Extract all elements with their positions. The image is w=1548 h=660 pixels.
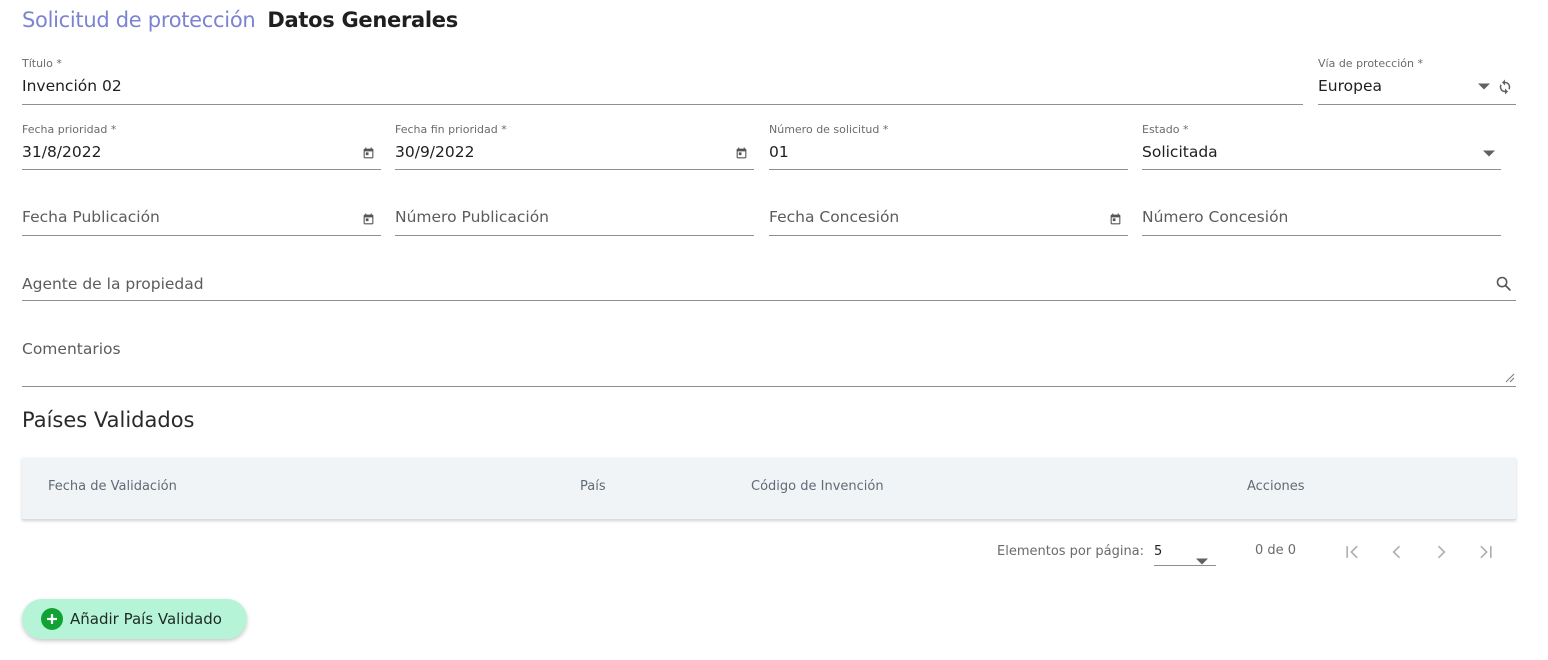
column-header-fecha[interactable]: Fecha de Validación <box>48 479 177 494</box>
last-page-icon <box>1480 545 1492 559</box>
calendar-icon[interactable] <box>362 213 375 226</box>
fecha-fin-prioridad-label: Fecha fin prioridad * <box>395 123 507 136</box>
first-page-button[interactable] <box>1341 540 1365 564</box>
chevron-down-icon[interactable] <box>1478 83 1490 90</box>
numero-publicacion-placeholder: Número Publicación <box>395 208 550 226</box>
fecha-prioridad-field[interactable]: Fecha prioridad * 31/8/2022 <box>22 122 381 170</box>
items-per-page-label: Elementos por página: <box>997 544 1145 559</box>
fecha-concesion-placeholder: Fecha Concesión <box>769 208 900 226</box>
column-header-pais[interactable]: País <box>580 479 606 494</box>
estado-label: Estado * <box>1142 123 1189 136</box>
chevron-left-icon <box>1392 545 1401 559</box>
calendar-icon[interactable] <box>362 147 375 160</box>
fecha-prioridad-label: Fecha prioridad * <box>22 123 117 136</box>
titulo-label: Título * <box>22 57 62 70</box>
refresh-icon[interactable] <box>1496 78 1514 96</box>
fecha-publicacion-field[interactable]: Fecha Publicación <box>22 188 381 236</box>
fecha-fin-prioridad-field[interactable]: Fecha fin prioridad * 30/9/2022 <box>395 122 754 170</box>
items-per-page-select[interactable]: 5 <box>1154 542 1216 566</box>
titulo-value[interactable]: Invención 02 <box>22 77 122 95</box>
estado-value[interactable]: Solicitada <box>1142 143 1218 161</box>
via-proteccion-value[interactable]: Europea <box>1318 77 1382 95</box>
via-proteccion-label: Vía de protección * <box>1318 57 1423 70</box>
add-validated-country-button[interactable]: Añadir País Validado <box>22 599 247 639</box>
add-validated-country-label: Añadir País Validado <box>70 610 222 628</box>
agente-propiedad-placeholder: Agente de la propiedad <box>22 275 204 293</box>
first-page-icon <box>1346 545 1358 559</box>
comentarios-textarea[interactable]: Comentarios <box>22 320 1516 387</box>
plus-circle-icon <box>41 608 63 630</box>
numero-solicitud-field[interactable]: Número de solicitud * 01 <box>769 122 1128 170</box>
agente-propiedad-field[interactable]: Agente de la propiedad <box>22 254 1516 301</box>
numero-concesion-field[interactable]: Número Concesión <box>1142 188 1501 236</box>
resize-handle-icon[interactable] <box>1505 373 1515 383</box>
via-proteccion-select[interactable]: Vía de protección * Europea <box>1318 56 1516 105</box>
paises-validados-table: Fecha de Validación País Código de Inven… <box>22 458 1516 520</box>
items-per-page-value[interactable]: 5 <box>1154 544 1162 559</box>
calendar-icon[interactable] <box>1109 213 1122 226</box>
page-range-label: 0 de 0 <box>1255 543 1297 558</box>
estado-select[interactable]: Estado * Solicitada <box>1142 122 1501 170</box>
numero-concesion-placeholder: Número Concesión <box>1142 208 1289 226</box>
chevron-down-icon[interactable] <box>1196 550 1208 569</box>
numero-solicitud-value[interactable]: 01 <box>769 143 789 161</box>
next-page-button[interactable] <box>1429 540 1453 564</box>
section-title: Países Validados <box>22 408 195 432</box>
page-title: Datos Generales <box>267 8 458 32</box>
column-header-acciones: Acciones <box>1247 479 1305 494</box>
chevron-right-icon <box>1437 545 1446 559</box>
calendar-icon[interactable] <box>735 147 748 160</box>
fecha-prioridad-value[interactable]: 31/8/2022 <box>22 143 101 161</box>
breadcrumb[interactable]: Solicitud de protección <box>22 8 256 32</box>
chevron-down-icon[interactable] <box>1483 150 1495 157</box>
column-header-codigo[interactable]: Código de Invención <box>751 479 884 494</box>
search-icon[interactable] <box>1495 275 1512 292</box>
numero-publicacion-field[interactable]: Número Publicación <box>395 188 754 236</box>
fecha-publicacion-placeholder: Fecha Publicación <box>22 208 160 226</box>
page-header: Solicitud de protección Datos Generales <box>22 8 458 32</box>
fecha-concesion-field[interactable]: Fecha Concesión <box>769 188 1128 236</box>
previous-page-button[interactable] <box>1385 540 1409 564</box>
fecha-fin-prioridad-value[interactable]: 30/9/2022 <box>395 143 474 161</box>
last-page-button[interactable] <box>1473 540 1497 564</box>
numero-solicitud-label: Número de solicitud * <box>769 123 889 136</box>
comentarios-placeholder: Comentarios <box>22 340 121 358</box>
titulo-field[interactable]: Título * Invención 02 <box>22 56 1303 105</box>
